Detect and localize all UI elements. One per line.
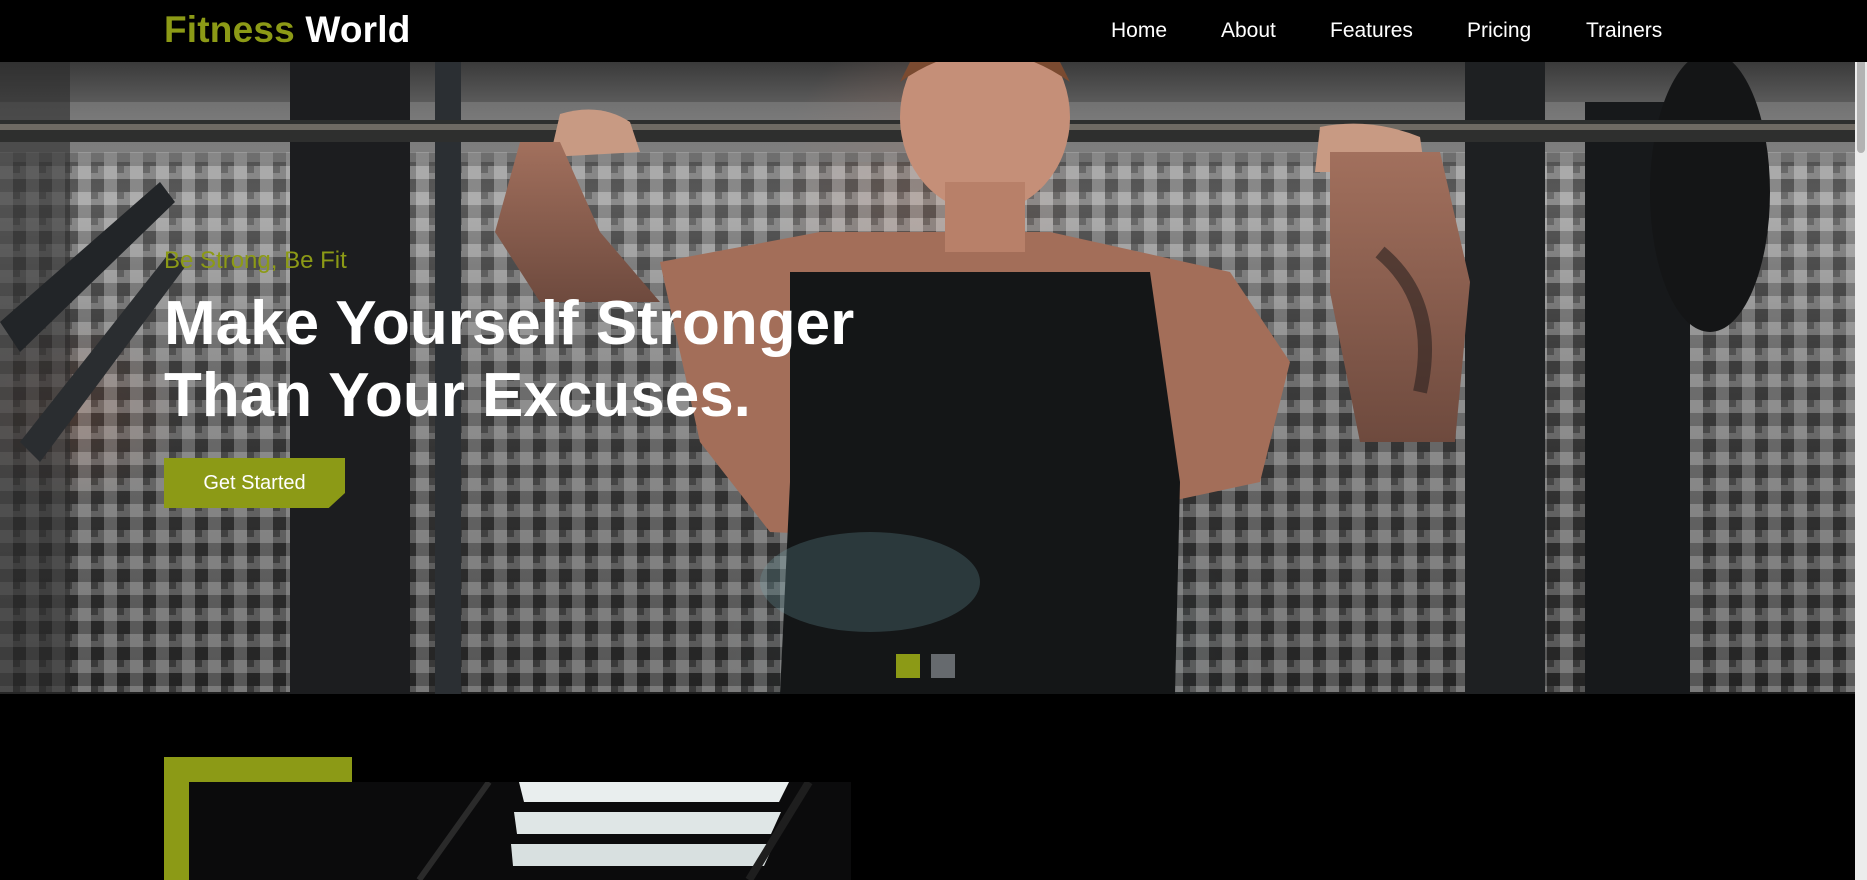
nav-link-pricing[interactable]: Pricing [1467, 18, 1531, 44]
carousel-dot-2[interactable] [931, 654, 955, 678]
about-gym-photo [189, 782, 851, 880]
carousel-dot-1[interactable] [896, 654, 920, 678]
hero-section: Be Strong, Be Fit Make Yourself Stronger… [0, 62, 1855, 694]
hero-tagline: Be Strong, Be Fit [164, 247, 347, 274]
nav-link-home[interactable]: Home [1111, 18, 1167, 44]
hero-title-line-2: Than Your Excuses. [164, 361, 751, 430]
nav-link-trainers[interactable]: Trainers [1586, 18, 1662, 44]
about-image [189, 782, 851, 880]
nav-link-features[interactable]: Features [1330, 18, 1413, 44]
nav-link-about[interactable]: About [1221, 18, 1276, 44]
hero-title-line-1: Make Yourself Stronger [164, 289, 855, 358]
hero-title: Make Yourself Stronger Than Your Excuses… [164, 288, 924, 432]
main-nav: Home About Features Pricing Trainers [0, 18, 1867, 44]
hero-content: Be Strong, Be Fit Make Yourself Stronger… [0, 62, 1855, 694]
navbar: Fitness World Home About Features Pricin… [0, 0, 1867, 62]
get-started-button[interactable]: Get Started [164, 458, 345, 508]
